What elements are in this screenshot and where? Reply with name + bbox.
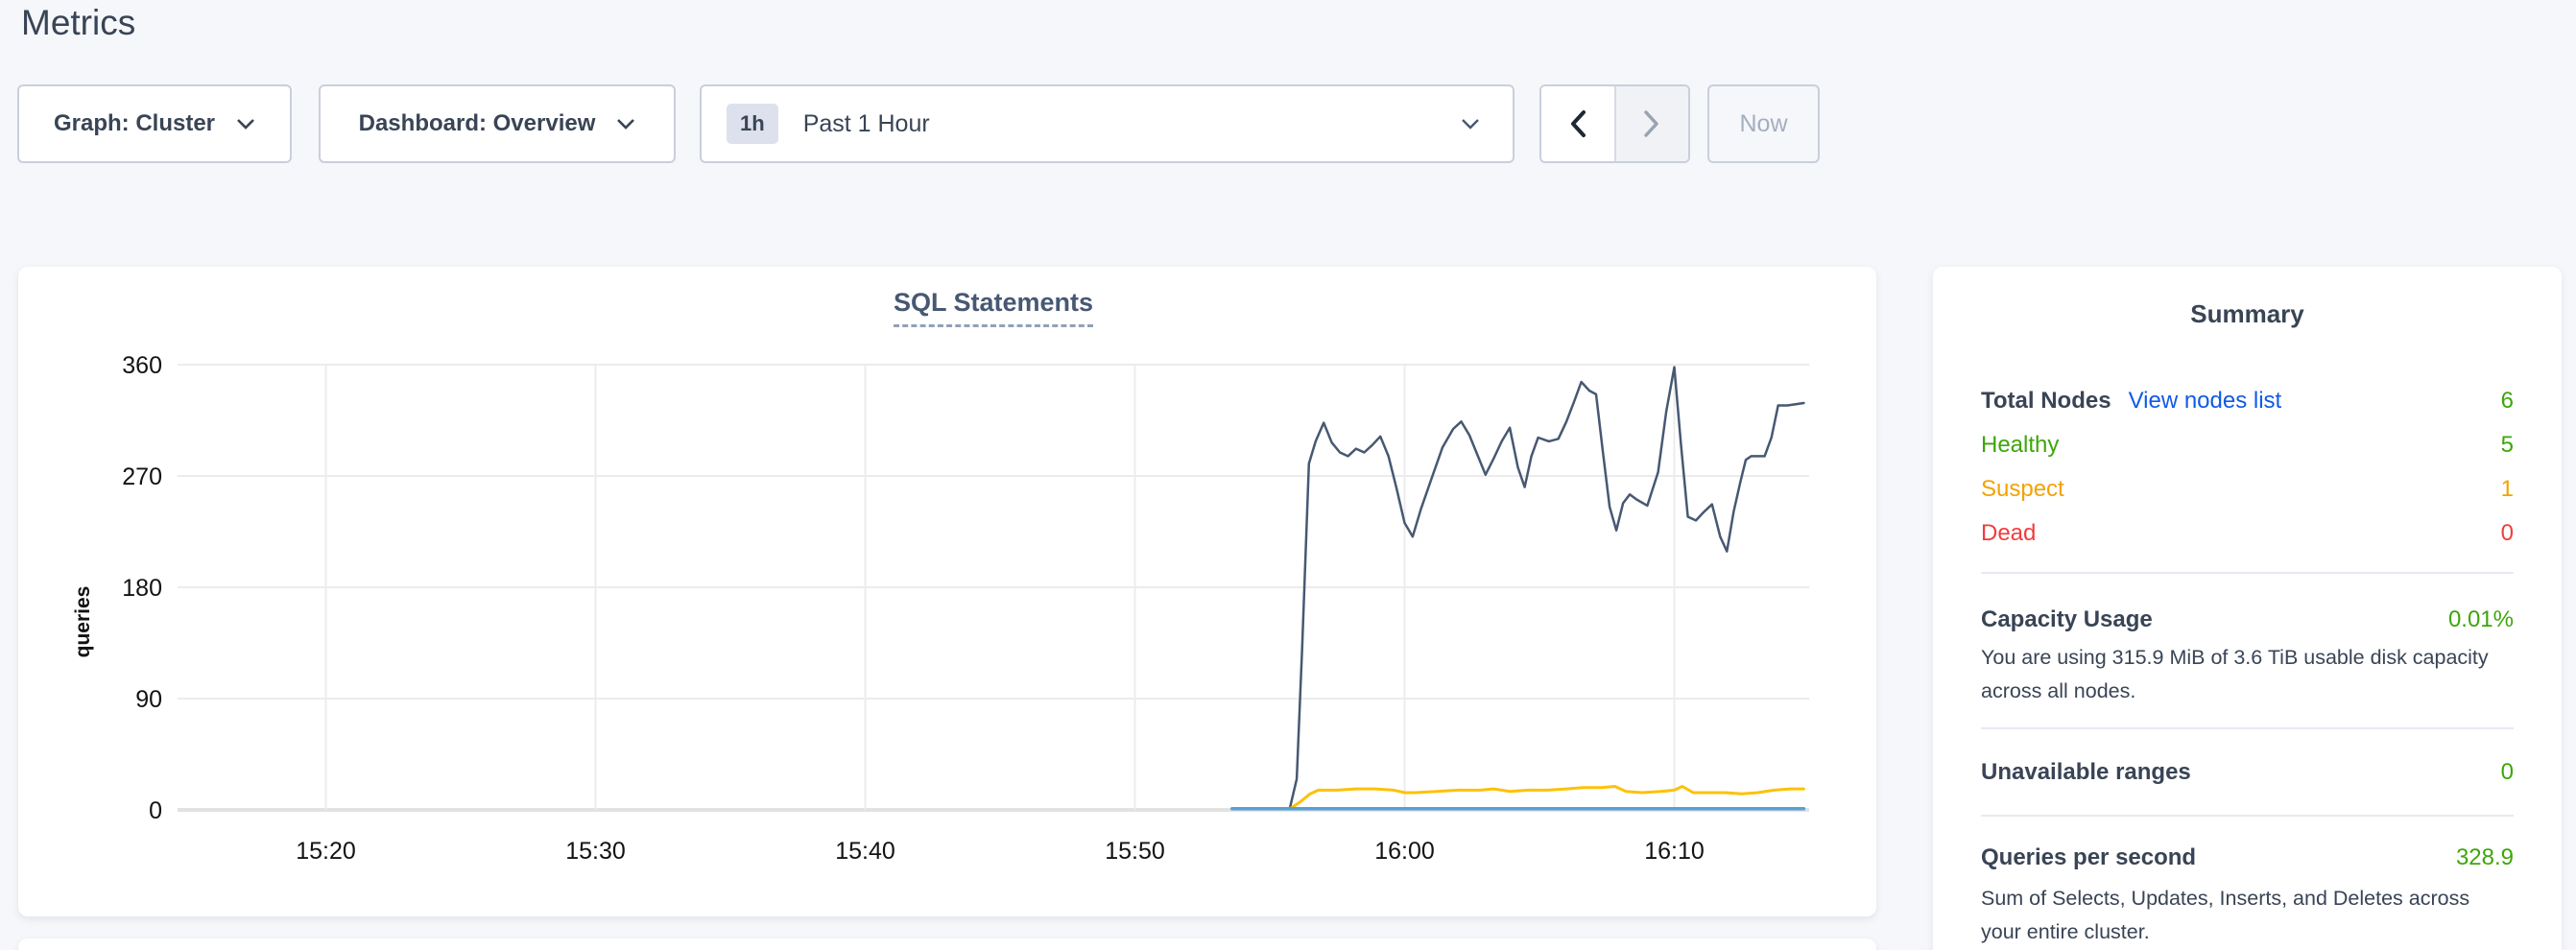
- x-tick-label: 15:20: [296, 838, 356, 865]
- summary-panel: Summary Total Nodes View nodes list 6 He…: [1933, 267, 2562, 950]
- queries-per-second-description: Sum of Selects, Updates, Inserts, and De…: [1981, 882, 2514, 949]
- summary-row-total-nodes: Total Nodes View nodes list 6: [1981, 385, 2514, 417]
- chevron-down-icon: [1461, 118, 1480, 130]
- summary-row-dead: Dead 0: [1981, 517, 2514, 550]
- capacity-usage-row: Capacity Usage 0.01%: [1981, 604, 2514, 636]
- summary-row-healthy: Healthy 5: [1981, 429, 2514, 462]
- capacity-usage-description: You are using 315.9 MiB of 3.6 TiB usabl…: [1981, 641, 2514, 708]
- unavailable-ranges-label: Unavailable ranges: [1981, 759, 2191, 786]
- dead-value: 0: [2501, 520, 2514, 547]
- y-tick-label: 0: [149, 797, 162, 824]
- unavailable-ranges-value: 0: [2501, 759, 2514, 786]
- capacity-usage-value: 0.01%: [2448, 606, 2514, 633]
- time-range-selector[interactable]: 1h Past 1 Hour: [700, 84, 1515, 163]
- partial-next-chart-card: [18, 938, 1876, 950]
- sql-statements-chart[interactable]: 0 90 180 270 360 15:20 15:30 15:40 15:50 16:00 16:…: [18, 267, 1876, 916]
- time-range-badge: 1h: [727, 104, 778, 144]
- divider: [1981, 572, 2514, 574]
- x-tick-label: 15:40: [835, 838, 895, 865]
- dashboard-dropdown-label: Dashboard: Overview: [359, 110, 596, 137]
- x-tick-label: 15:50: [1105, 838, 1165, 865]
- graph-dropdown[interactable]: Graph: Cluster: [17, 84, 292, 163]
- time-step-buttons: [1539, 84, 1690, 163]
- chevron-down-icon: [616, 118, 635, 130]
- queries-per-second-row: Queries per second 328.9: [1981, 842, 2514, 874]
- total-nodes-value: 6: [2501, 388, 2514, 415]
- divider: [1981, 727, 2514, 729]
- unavailable-ranges-row: Unavailable ranges 0: [1981, 756, 2514, 789]
- x-tick-label: 16:00: [1374, 838, 1435, 865]
- graph-dropdown-label: Graph: Cluster: [54, 110, 215, 137]
- summary-title: Summary: [1933, 299, 2562, 329]
- suspect-label: Suspect: [1981, 476, 2064, 503]
- divider: [1981, 815, 2514, 817]
- metrics-page: Metrics Graph: Cluster Dashboard: Overvi…: [0, 0, 2576, 950]
- suspect-value: 1: [2501, 476, 2514, 503]
- y-tick-label: 180: [122, 575, 162, 602]
- queries-per-second-label: Queries per second: [1981, 844, 2196, 871]
- view-nodes-list-link[interactable]: View nodes list: [2129, 388, 2282, 415]
- x-tick-label: 16:10: [1644, 838, 1705, 865]
- healthy-value: 5: [2501, 432, 2514, 459]
- queries-per-second-value: 328.9: [2456, 844, 2514, 871]
- summary-row-suspect: Suspect 1: [1981, 473, 2514, 506]
- dashboard-dropdown[interactable]: Dashboard: Overview: [319, 84, 676, 163]
- chevron-left-icon: [1569, 109, 1586, 138]
- yellow-series-line: [1290, 787, 1803, 809]
- y-tick-label: 360: [122, 352, 162, 379]
- y-tick-label: 270: [122, 463, 162, 490]
- x-tick-label: 15:30: [565, 838, 626, 865]
- sql-statements-chart-card: SQL Statements 09018027036015:2015:3015:…: [18, 267, 1876, 916]
- time-forward-button-disabled[interactable]: [1616, 86, 1689, 161]
- now-button[interactable]: Now: [1707, 84, 1820, 163]
- healthy-label: Healthy: [1981, 432, 2059, 459]
- page-title: Metrics: [21, 0, 135, 46]
- time-back-button[interactable]: [1541, 86, 1616, 161]
- capacity-usage-label: Capacity Usage: [1981, 606, 2153, 633]
- dead-label: Dead: [1981, 520, 2036, 547]
- y-tick-label: 90: [135, 686, 162, 713]
- chevron-right-icon: [1643, 109, 1660, 138]
- chevron-down-icon: [236, 118, 255, 130]
- y-axis-label: queries: [72, 586, 94, 658]
- time-range-label: Past 1 Hour: [803, 110, 930, 138]
- total-nodes-label: Total Nodes: [1981, 388, 2111, 415]
